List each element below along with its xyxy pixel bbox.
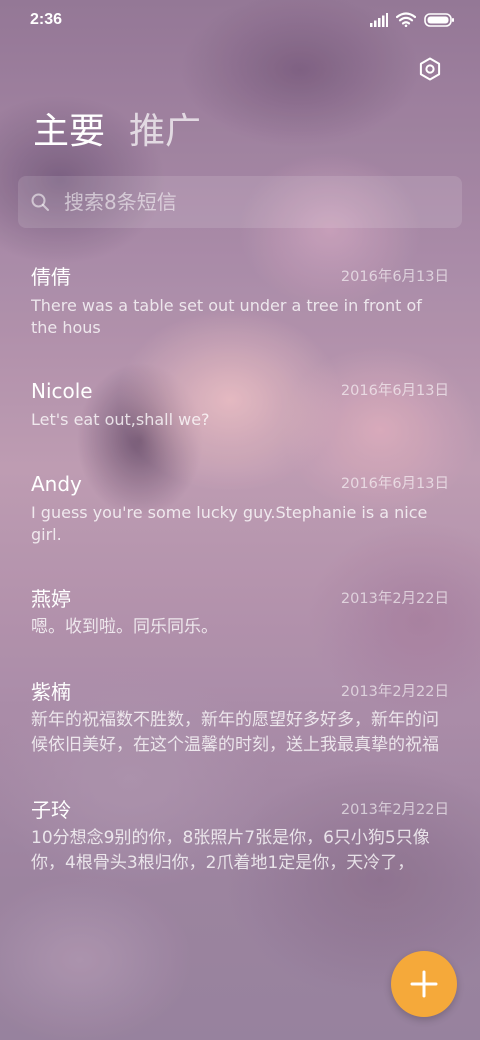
tab-promotions[interactable]: 推广: [129, 108, 201, 156]
conversation-item[interactable]: 倩倩 2016年6月13日 There was a table set out …: [31, 263, 449, 343]
status-bar: 2:36: [0, 0, 480, 40]
message-date: 2016年6月13日: [340, 476, 449, 492]
message-preview: There was a table set out under a tree i…: [31, 296, 422, 337]
signal-icon: [370, 12, 388, 27]
message-date: 2013年2月22日: [340, 684, 449, 700]
new-message-button[interactable]: [391, 951, 457, 1017]
contact-name: 紫楠: [31, 680, 71, 704]
tab-primary[interactable]: 主要: [33, 108, 105, 156]
gear-icon: [419, 57, 441, 81]
search-bar[interactable]: 搜索8条短信: [18, 176, 462, 228]
message-preview: 新年的祝福数不胜数，新年的愿望好多好多，新年的问候依旧美好，在这个温馨的时刻，送…: [31, 710, 439, 755]
message-preview: 嗯。收到啦。同乐同乐。: [31, 617, 218, 637]
contact-name: 子玲: [31, 798, 71, 822]
conversation-item[interactable]: 紫楠 2013年2月22日 新年的祝福数不胜数，新年的愿望好多好多，新年的问候依…: [31, 678, 449, 763]
contact-name: Nicole: [31, 379, 93, 403]
conversation-item[interactable]: 燕婷 2013年2月22日 嗯。收到啦。同乐同乐。: [31, 585, 449, 645]
message-date: 2013年2月22日: [340, 591, 449, 607]
message-preview: Let's eat out,shall we?: [31, 410, 210, 429]
conversation-item[interactable]: 子玲 2013年2月22日 10分想念9别的你，8张照片7张是你，6只小狗5只像…: [31, 796, 449, 881]
wifi-icon: [396, 12, 416, 27]
status-time: 2:36: [30, 11, 63, 28]
search-input[interactable]: 搜索8条短信: [64, 188, 177, 216]
message-date: 2013年2月22日: [340, 802, 449, 818]
message-preview: I guess you're some lucky guy.Stephanie …: [31, 503, 428, 544]
contact-name: 倩倩: [31, 265, 71, 289]
conversation-item[interactable]: Nicole 2016年6月13日 Let's eat out,shall we…: [31, 377, 449, 437]
settings-button[interactable]: [416, 55, 444, 83]
status-icons: [370, 12, 454, 27]
message-date: 2016年6月13日: [340, 383, 449, 399]
conversation-item[interactable]: Andy 2016年6月13日 I guess you're some luck…: [31, 470, 449, 550]
search-icon: [31, 193, 49, 211]
contact-name: 燕婷: [31, 587, 71, 611]
message-preview: 10分想念9别的你，8张照片7张是你，6只小狗5只像你，4根骨头3根归你，2爪着…: [31, 828, 430, 873]
message-date: 2016年6月13日: [340, 269, 449, 285]
contact-name: Andy: [31, 472, 82, 496]
plus-icon: [410, 970, 438, 998]
battery-icon: [424, 12, 454, 27]
tab-bar: 主要 推广: [33, 108, 201, 156]
